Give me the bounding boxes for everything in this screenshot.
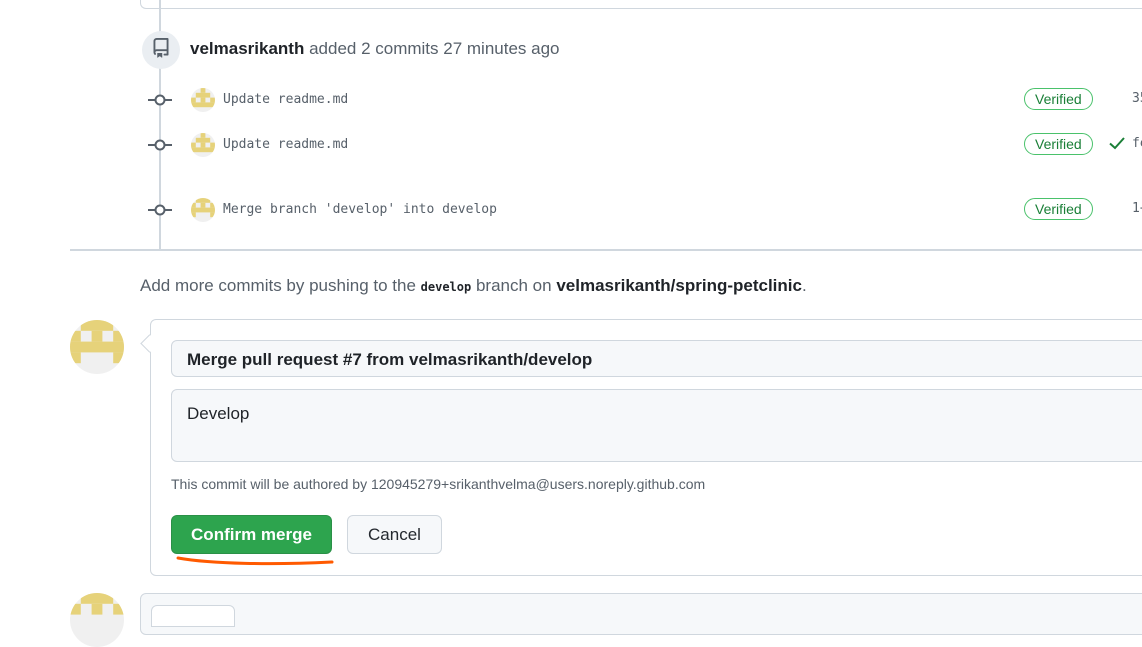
confirm-merge-button[interactable]: Confirm merge [171, 515, 332, 554]
commit-sha-link[interactable]: 1+ [1132, 201, 1142, 216]
avatar[interactable] [70, 320, 124, 374]
tab-write[interactable] [151, 605, 235, 627]
commit-message-link[interactable]: Merge branch 'develop' into develop [223, 202, 497, 217]
timeline-divider [70, 249, 1142, 251]
comment-box [140, 593, 1142, 635]
hint-middle: branch on [475, 276, 552, 295]
git-commit-icon [148, 137, 172, 153]
verified-badge[interactable]: Verified [1024, 198, 1093, 220]
commit-row: Merge branch 'develop' into develop Veri… [148, 196, 1142, 226]
verified-badge[interactable]: Verified [1024, 88, 1093, 110]
branch-name: develop [420, 280, 472, 294]
push-event-text: velmasrikanth added 2 commits 27 minutes… [190, 39, 560, 59]
git-commit-icon [148, 202, 172, 218]
commit-sha-link[interactable]: fe [1132, 136, 1142, 151]
hint-prefix: Add more commits by pushing to the [140, 276, 416, 295]
avatar[interactable] [191, 133, 215, 157]
commit-sha-link[interactable]: 35 [1132, 91, 1142, 106]
previous-timeline-box [140, 0, 1142, 9]
push-badge [142, 31, 180, 69]
commit-title-input[interactable]: Merge pull request #7 from velmasrikanth… [171, 340, 1142, 377]
git-commit-icon [148, 92, 172, 108]
commit-body-textarea[interactable]: Develop [171, 389, 1142, 462]
verified-badge[interactable]: Verified [1024, 133, 1093, 155]
push-action: added 2 commits 27 minutes ago [309, 39, 560, 58]
author-note: This commit will be authored by 12094527… [171, 476, 706, 492]
cancel-button[interactable]: Cancel [347, 515, 442, 554]
push-user-link[interactable]: velmasrikanth [190, 39, 304, 58]
avatar[interactable] [191, 88, 215, 112]
avatar[interactable] [70, 593, 124, 647]
commit-row: Update readme.md Verified 35 [148, 86, 1142, 116]
push-hint: Add more commits by pushing to the devel… [140, 276, 807, 296]
commit-message-link[interactable]: Update readme.md [223, 92, 348, 107]
repo-push-icon [151, 37, 171, 63]
annotation-underline [176, 556, 334, 566]
hint-suffix: . [801, 276, 807, 295]
repo-link[interactable]: velmasrikanth/spring-petclinic [556, 276, 802, 295]
check-icon[interactable] [1108, 135, 1126, 156]
commit-message-link[interactable]: Update readme.md [223, 137, 348, 152]
avatar[interactable] [191, 198, 215, 222]
commit-row: Update readme.md Verified fe [148, 131, 1142, 161]
